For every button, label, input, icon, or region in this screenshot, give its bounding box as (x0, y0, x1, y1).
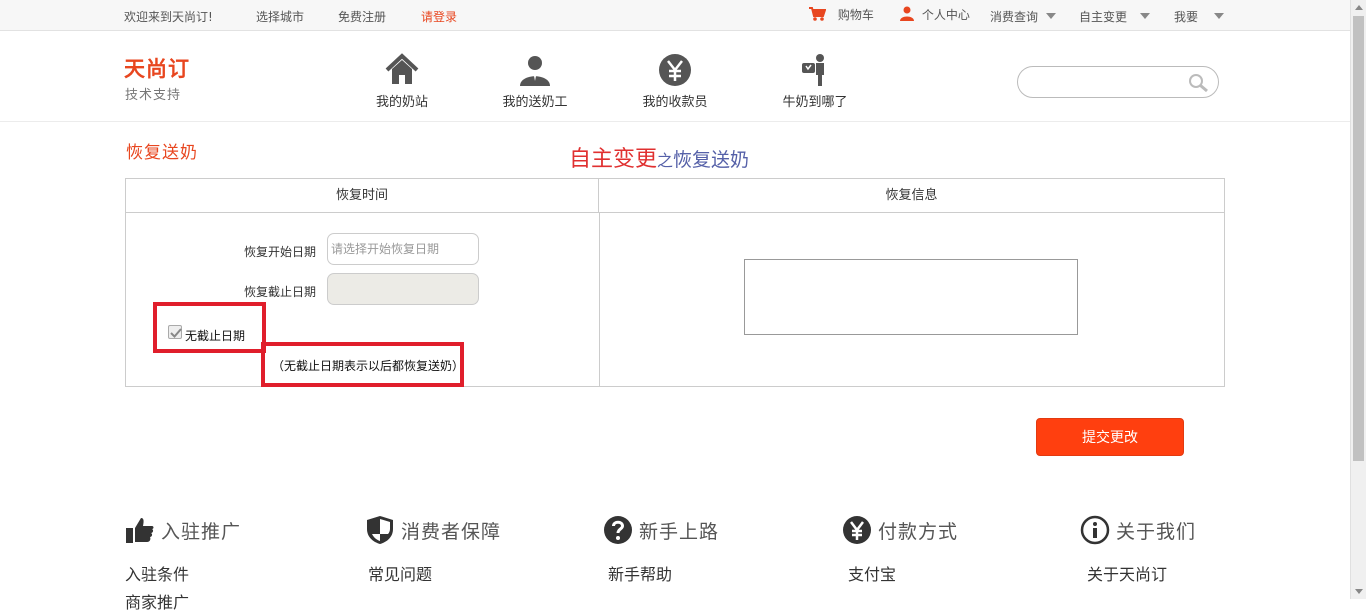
column-header-info: 恢复信息 (599, 179, 1224, 213)
nav-label: 我的送奶工 (502, 95, 568, 110)
nav-label: 我的奶站 (375, 95, 428, 110)
chevron-down-icon (1046, 13, 1057, 19)
start-date-input[interactable]: 请选择开始恢复日期 (327, 233, 479, 265)
nav-milk-tracking[interactable]: 牛奶到哪了 (760, 53, 870, 110)
shield-icon (367, 516, 393, 544)
top-bar: 欢迎来到天尚订! 选择城市 免费注册 请登录 购物车 个人中心 消费查询 自主变… (0, 0, 1350, 31)
consume-query-label: 消费查询 (990, 10, 1039, 24)
nav-my-cashier[interactable]: 我的收款员 (620, 53, 730, 110)
chevron-down-icon (1214, 13, 1225, 19)
cart-icon (809, 7, 827, 21)
scroll-down-icon[interactable] (1355, 589, 1363, 594)
restore-info-textarea[interactable] (744, 259, 1078, 335)
logo[interactable]: 天尚订 (124, 53, 190, 83)
footer-title: 新手上路 (639, 520, 720, 543)
nav-label: 牛奶到哪了 (782, 95, 848, 110)
nav-my-deliveryman[interactable]: 我的送奶工 (480, 53, 590, 110)
checkmark-icon (170, 328, 182, 338)
header: 天尚订 技术支持 我的奶站 我的送奶工 我的收款员 牛奶到哪了 (0, 31, 1350, 122)
vertical-scrollbar[interactable] (1350, 0, 1366, 599)
delivery-icon (802, 54, 824, 86)
page-title: 恢复送奶 (126, 143, 198, 163)
chevron-down-icon (1140, 13, 1151, 19)
footer-column-payment: 付款方式 支付宝 (842, 515, 958, 585)
end-date-input[interactable] (327, 273, 479, 305)
column-header-time: 恢复时间 (126, 179, 599, 213)
personal-center-link[interactable]: 个人中心 (900, 6, 970, 23)
heading-part: 自主变更 (569, 147, 658, 172)
info-icon (1080, 515, 1110, 545)
consume-query-menu[interactable]: 消费查询 (990, 8, 1057, 25)
i-want-label: 我要 (1174, 10, 1199, 24)
footer-title: 消费者保障 (401, 520, 502, 543)
search-input[interactable] (1017, 66, 1219, 98)
footer-column-protection: 消费者保障 常见问题 (365, 515, 501, 585)
login-link[interactable]: 请登录 (421, 8, 457, 25)
footer-link[interactable]: 商家推广 (125, 589, 241, 613)
self-change-menu[interactable]: 自主变更 (1079, 8, 1151, 25)
nav-my-station[interactable]: 我的奶站 (347, 53, 457, 110)
footer-link[interactable]: 入驻条件 (125, 561, 241, 585)
submit-button[interactable]: 提交更改 (1036, 418, 1184, 456)
question-icon (604, 516, 632, 544)
thumbs-up-icon (126, 518, 154, 543)
page-heading: 自主变更之恢复送奶 (569, 141, 749, 173)
footer-title: 入驻推广 (161, 520, 242, 543)
self-change-label: 自主变更 (1079, 10, 1128, 24)
no-end-date-checkbox[interactable] (168, 325, 182, 339)
column-divider (599, 213, 600, 386)
cart-link[interactable]: 购物车 (808, 6, 874, 23)
personal-center-label: 个人中心 (921, 8, 970, 22)
resume-delivery-table: 恢复时间 恢复信息 恢复开始日期 请选择开始恢复日期 恢复截止日期 无截止日期 … (125, 178, 1225, 387)
select-city-link[interactable]: 选择城市 (256, 8, 304, 25)
nav-label: 我的收款员 (642, 95, 708, 110)
person-icon (900, 6, 914, 21)
scroll-thumb[interactable] (1353, 16, 1364, 461)
footer-title: 付款方式 (878, 520, 959, 543)
heading-part: 恢复送奶 (673, 149, 750, 171)
register-link[interactable]: 免费注册 (338, 8, 386, 25)
i-want-menu[interactable]: 我要 (1174, 8, 1225, 25)
end-date-label: 恢复截止日期 (244, 285, 317, 299)
heading-part: 之 (657, 151, 674, 170)
welcome-text: 欢迎来到天尚订! (124, 10, 213, 24)
footer-link[interactable]: 常见问题 (368, 561, 501, 585)
logo-subtitle: 技术支持 (125, 88, 182, 103)
home-icon (385, 53, 419, 84)
footer-column-newbie: 新手上路 新手帮助 (603, 515, 719, 585)
footer-link[interactable]: 新手帮助 (608, 561, 719, 585)
footer-link[interactable]: 支付宝 (848, 561, 958, 585)
yen-circle-icon (843, 516, 871, 544)
user-icon (520, 56, 550, 86)
no-end-date-note: （无截止日期表示以后都恢复送奶） (272, 359, 465, 373)
scroll-up-icon[interactable] (1355, 5, 1363, 10)
search-icon[interactable] (1188, 73, 1210, 93)
cart-label: 购物车 (837, 8, 874, 22)
no-end-date-label[interactable]: 无截止日期 (185, 327, 245, 344)
footer-link[interactable]: 关于天尚订 (1087, 561, 1196, 585)
footer-column-join: 入驻推广 入驻条件 商家推广 (125, 515, 241, 613)
footer-title: 关于我们 (1116, 520, 1197, 543)
footer-column-about: 关于我们 关于天尚订 (1080, 515, 1196, 585)
yen-icon (659, 54, 691, 86)
start-date-label: 恢复开始日期 (244, 245, 317, 259)
